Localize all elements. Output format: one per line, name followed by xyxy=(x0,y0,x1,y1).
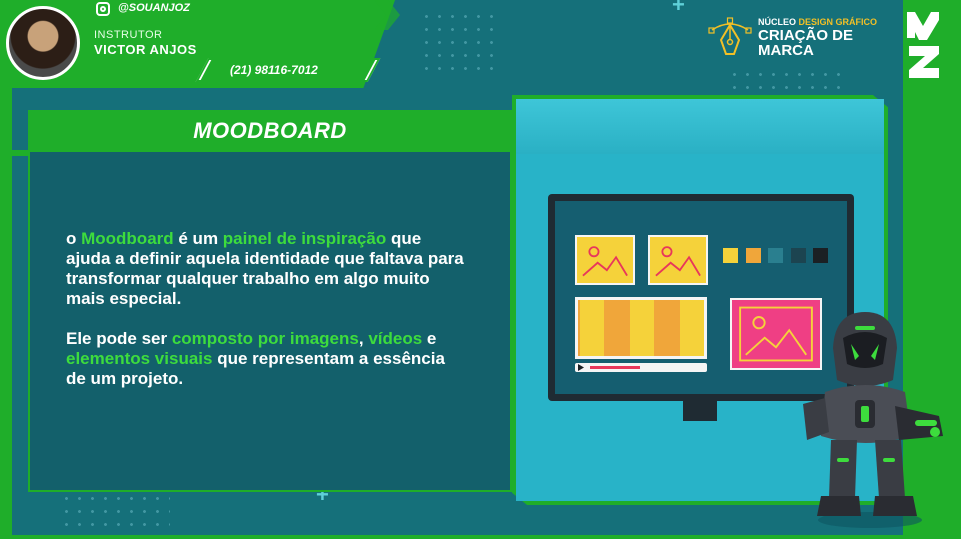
plus-decoration-top: + xyxy=(672,0,685,17)
color-swatch xyxy=(768,248,783,263)
video-stripe xyxy=(580,300,604,356)
paragraph-composition: Ele pode ser composto por imagens, vídeo… xyxy=(66,329,466,389)
color-swatch xyxy=(723,248,738,263)
image-card-2 xyxy=(648,235,708,285)
robot-mascot xyxy=(803,312,943,528)
highlight-term: painel de inspiração xyxy=(222,229,387,248)
logo-subtitle: NÚCLEO DESIGN GRÁFICO xyxy=(758,17,877,27)
highlight-term: Moodboard xyxy=(81,229,174,248)
video-stripe xyxy=(680,300,704,356)
instructor-avatar xyxy=(6,6,80,80)
pen-tool-icon xyxy=(708,17,752,55)
brand-logo-icon xyxy=(907,12,939,78)
panel-title: MOODBOARD xyxy=(193,118,347,143)
instructor-label: INSTRUTOR xyxy=(94,29,163,41)
chevron-decoration xyxy=(330,0,400,30)
frame-bottom-border xyxy=(0,535,961,539)
text-segment: , xyxy=(358,329,369,348)
video-thumbnail xyxy=(575,297,707,359)
image-icon xyxy=(655,246,701,277)
color-swatch xyxy=(791,248,806,263)
paragraph-definition: o Moodboard é um painel de inspiração qu… xyxy=(66,229,466,309)
logo-title: CRIAÇÃO DE MARCA xyxy=(758,27,854,59)
color-swatch xyxy=(746,248,761,263)
logo-subtitle-plain: NÚCLEO xyxy=(758,17,796,27)
play-icon xyxy=(578,364,584,371)
highlight-term: vídeos xyxy=(368,329,423,348)
dot-pattern-logo xyxy=(728,68,848,94)
title-bar-accent xyxy=(0,150,28,156)
text-segment: o xyxy=(66,229,82,248)
instructor-name: VICTOR ANJOS xyxy=(94,42,197,57)
instagram-icon[interactable] xyxy=(96,2,110,16)
text-segment: é um xyxy=(173,229,223,248)
color-swatch xyxy=(813,248,828,263)
panel-body: o Moodboard é um painel de inspiração qu… xyxy=(66,229,466,409)
dot-pattern-top xyxy=(420,10,500,80)
illustration-water xyxy=(516,99,884,154)
text-segment: Ele pode ser xyxy=(66,329,172,348)
monitor-stand xyxy=(683,401,717,421)
highlight-term: composto por imagens xyxy=(171,329,359,348)
image-card-1 xyxy=(575,235,635,285)
image-icon xyxy=(582,246,628,277)
text-segment: e xyxy=(422,329,437,348)
video-progress xyxy=(590,366,640,369)
highlight-term: elementos visuais xyxy=(66,349,213,368)
social-handle[interactable]: @SOUANJOZ xyxy=(118,2,190,14)
phone-number[interactable]: (21) 98116-7012 xyxy=(230,63,318,77)
video-stripe xyxy=(630,300,654,356)
logo-subtitle-accent: DESIGN GRÁFICO xyxy=(798,17,878,27)
